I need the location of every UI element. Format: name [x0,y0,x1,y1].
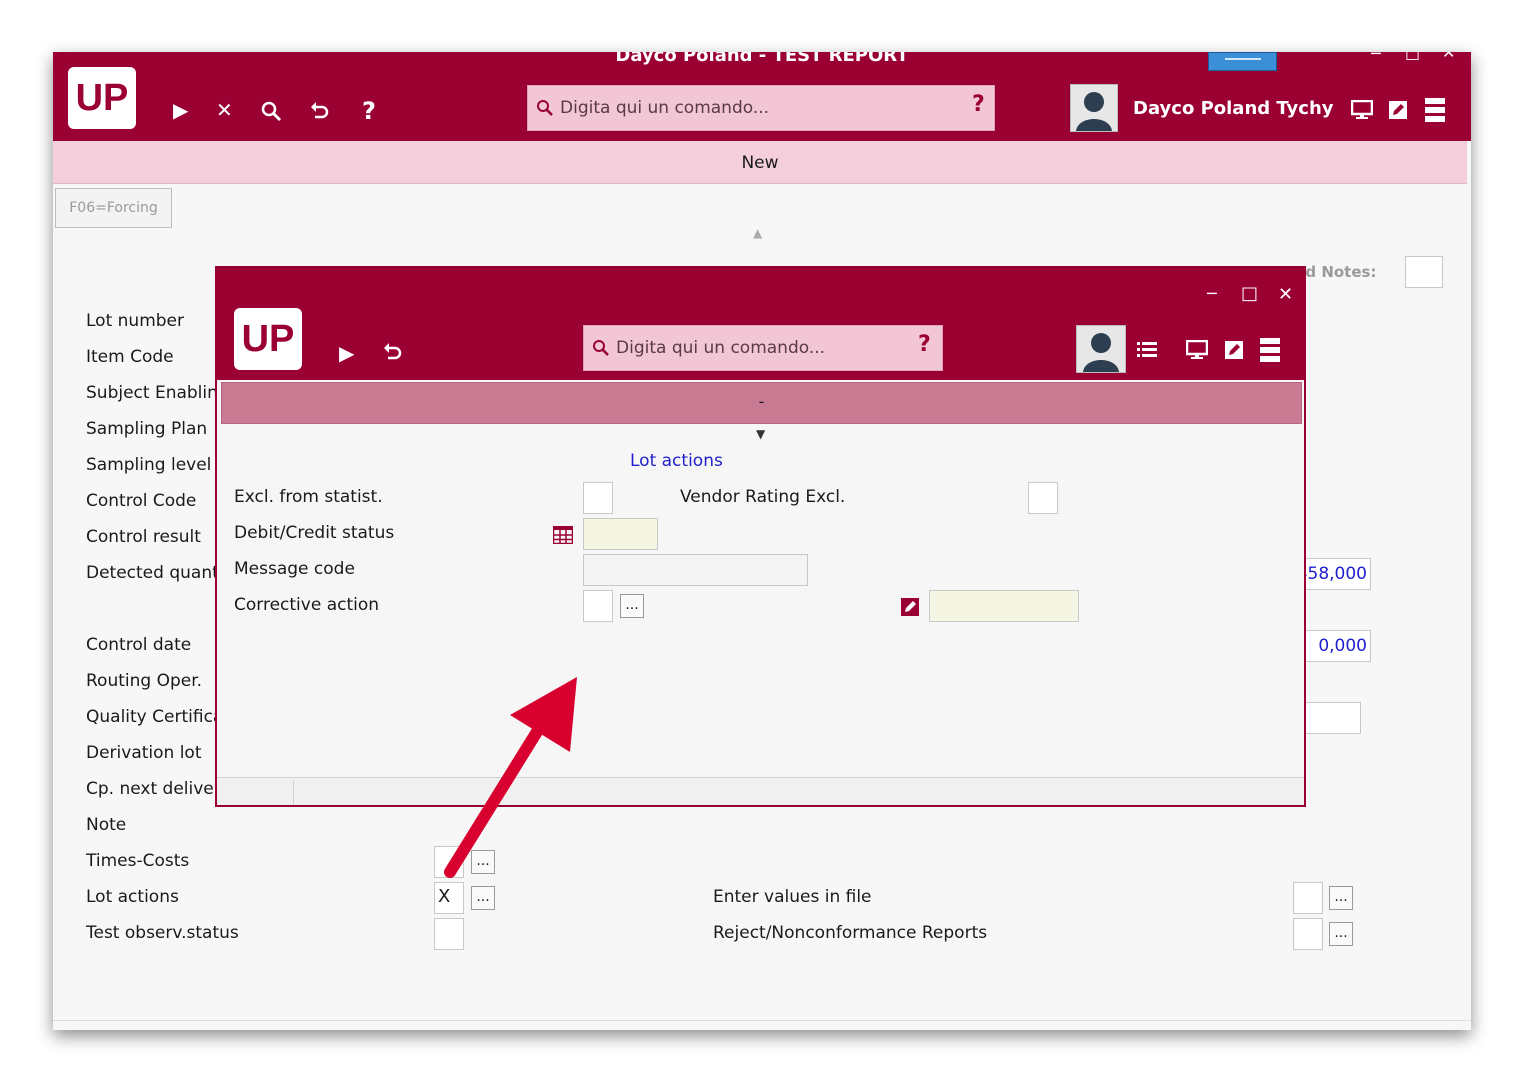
minimize-icon[interactable]: ─ [1371,52,1381,63]
lot-actions-ellipsis-button[interactable]: ... [471,886,495,910]
control-result-label: Control result [86,527,201,547]
search-icon[interactable] [261,101,283,127]
reject-reports-label: Reject/Nonconformance Reports [713,923,988,943]
reject-reports-ellipsis-button[interactable]: ... [1329,922,1353,946]
close-icon[interactable]: ✕ [216,100,233,120]
dialog-title-bar: ─ □ ✕ UP ▶ Digita qui un comando... ? [217,268,1304,380]
debit-credit-status-label: Debit/Credit status [234,523,395,543]
list-icon[interactable] [1137,341,1157,363]
dialog-undo-icon[interactable] [382,341,404,367]
dialog-command-placeholder: Digita qui un comando... [616,338,826,358]
excl-from-statist-label: Excl. from statist. [234,487,383,507]
derivation-lot-label: Derivation lot [86,743,202,763]
lot-actions-checkbox[interactable]: X [434,882,464,914]
lot-actions-dialog: ─ □ ✕ UP ▶ Digita qui un comando... ? - … [215,266,1306,807]
calendar-grid-icon[interactable] [552,525,574,548]
test-observ-status-label: Test observ.status [86,923,239,943]
enter-values-ellipsis-button[interactable]: ... [1329,886,1353,910]
dialog-avatar[interactable] [1076,325,1126,373]
test-observ-status-checkbox[interactable] [434,918,464,950]
message-code-label: Message code [234,559,355,579]
dialog-status-bar [217,777,1304,805]
up-logo: UP [68,67,136,129]
dialog-edit-icon[interactable] [1224,340,1244,364]
dialog-close-icon[interactable]: ✕ [1278,284,1293,305]
dialog-command-search-icon [593,340,609,356]
dialog-play-icon[interactable]: ▶ [339,343,354,363]
corrective-edit-icon[interactable] [900,597,920,621]
dialog-mode-bar: - [221,382,1302,424]
vendor-rating-excl-label: Vendor Rating Excl. [680,487,846,507]
times-costs-label: Times-Costs [86,851,190,871]
enter-values-in-file-label: Enter values in file [713,887,872,907]
expand-down-icon[interactable]: ▼ [756,427,765,441]
lot-actions-label: Lot actions [86,887,179,907]
f06-forcing-button[interactable]: F06=Forcing [55,188,172,228]
help-icon[interactable]: ? [362,99,376,123]
message-code-field[interactable] [583,554,808,586]
dialog-maximize-icon[interactable]: □ [1241,283,1258,304]
edit-icon[interactable] [1388,100,1408,124]
sampling-plan-label: Sampling Plan [86,419,208,439]
reject-reports-checkbox[interactable] [1293,918,1323,950]
cp-next-delivery-label: Cp. next delivery [86,779,231,799]
play-icon[interactable]: ▶ [173,100,188,120]
control-date-label: Control date [86,635,192,655]
dialog-up-logo: UP [234,308,302,370]
corrective-action-description-field[interactable] [929,590,1079,622]
item-code-label: Item Code [86,347,174,367]
avatar[interactable] [1070,84,1118,132]
mode-bar: New [53,141,1467,184]
sampling-level-label: Sampling level [86,455,212,475]
collapse-up-icon[interactable]: ▲ [753,226,762,240]
user-name: Dayco Poland Tychy [1133,98,1334,119]
lot-number-label: Lot number [86,311,184,331]
command-search-icon [537,100,553,116]
dialog-help-icon[interactable]: ? [918,332,931,357]
footer-divider [53,1020,1471,1021]
excl-from-statist-checkbox[interactable] [583,482,613,514]
subject-enabling-label: Subject Enabling [86,383,229,403]
close-window-icon[interactable]: ✕ [1442,52,1455,62]
dialog-menu-icon[interactable] [1260,338,1280,366]
main-title-bar: Dayco Poland - TEST REPORT ─ □ ✕ UP ▶ ✕ … [53,52,1471,141]
dialog-command-search-box[interactable]: Digita qui un comando... ? [583,325,943,371]
dialog-monitor-icon[interactable] [1185,339,1209,364]
dialog-section-title: Lot actions [630,451,723,471]
enter-values-checkbox[interactable] [1293,882,1323,914]
vendor-rating-excl-checkbox[interactable] [1028,482,1058,514]
structured-notes-checkbox[interactable] [1405,256,1443,288]
command-help-icon[interactable]: ? [972,92,985,117]
note-label: Note [86,815,127,835]
command-search-box[interactable]: Digita qui un comando... ? [527,85,995,131]
menu-list-icon[interactable] [1425,98,1445,126]
corrective-action-label: Corrective action [234,595,380,615]
dialog-minimize-icon[interactable]: ─ [1207,284,1217,303]
monitor-icon[interactable] [1350,99,1374,124]
routing-oper-label: Routing Oper. [86,671,203,691]
undo-icon[interactable] [309,100,331,126]
times-costs-ellipsis-button[interactable]: ... [471,850,495,874]
times-costs-checkbox[interactable] [434,846,464,878]
command-placeholder: Digita qui un comando... [560,98,770,118]
maximize-icon[interactable]: □ [1405,52,1420,62]
corrective-action-ellipsis-button[interactable]: ... [620,594,644,618]
corrective-action-checkbox[interactable] [583,590,613,622]
control-code-label: Control Code [86,491,197,511]
debit-credit-status-field[interactable] [583,518,658,550]
taskbar-indicator [1208,52,1277,71]
